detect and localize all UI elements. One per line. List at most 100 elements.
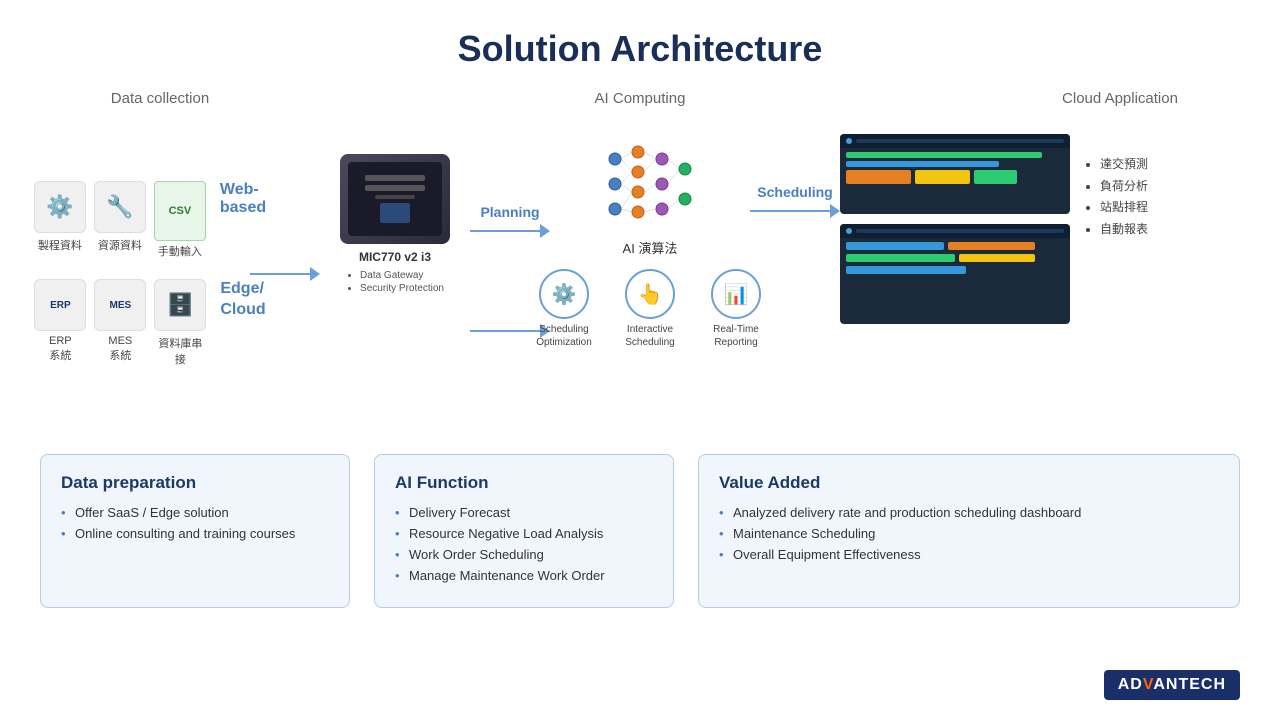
phase-cloud-application: Cloud Application: [1020, 90, 1220, 107]
s-bar-2: [846, 161, 999, 167]
card-value-item-1: Analyzed delivery rate and production sc…: [719, 505, 1219, 520]
mes-icon-box: MES MES系統: [94, 279, 146, 367]
planning-label: Planning: [480, 204, 539, 220]
mic-bullet-2: Security Protection: [360, 283, 444, 294]
mic-image-inner: [365, 175, 425, 223]
s-grid-bars: [846, 242, 1064, 274]
cloud-note-2: 負荷分析: [1100, 176, 1148, 198]
mic-slot-2: [365, 185, 425, 191]
card-data-list: Offer SaaS / Edge solution Online consul…: [61, 505, 329, 541]
resource-data-icon-box: 🔧 資源資料: [94, 181, 146, 259]
card-ai-list: Delivery Forecast Resource Negative Load…: [395, 505, 653, 583]
scheduling-label: Scheduling: [757, 184, 832, 200]
cloud-notes-list: 達交預測 負荷分析 站點排程 自動報表: [1086, 154, 1148, 240]
phase-arrow-1: [270, 88, 530, 108]
card-ai-item-2: Resource Negative Load Analysis: [395, 526, 653, 541]
ai-algorithm-label: AI 演算法: [623, 238, 678, 257]
mic-image: [340, 154, 450, 244]
db-connect-label: 資料庫串接: [154, 335, 206, 367]
interactive-scheduling-icon: 👆: [625, 269, 675, 319]
arrow-planning: Planning: [470, 204, 550, 238]
mic-slot-1: [365, 175, 425, 181]
s-bar-4: [915, 170, 970, 184]
cloud-note-4: 自動報表: [1100, 219, 1148, 241]
s-grid-1: [846, 242, 944, 250]
process-data-icon: ⚙️: [34, 181, 86, 233]
s-dot-2: [846, 228, 852, 234]
logo-prefix: AD: [1118, 676, 1143, 693]
edge-cloud-label: Edge/Cloud: [220, 279, 265, 321]
cloud-notes-area: 達交預測 負荷分析 站點排程 自動報表: [1086, 154, 1148, 240]
ai-column: AI 演算法 ⚙️ SchedulingOptimization 👆 Inter…: [550, 134, 750, 349]
manual-input-label: 手動輸入: [158, 243, 202, 259]
logo-suffix: ANTECH: [1153, 676, 1226, 693]
mic-slot-3: [375, 195, 415, 199]
screenshot-1: [840, 134, 1070, 214]
web-based-label: Web-based: [220, 181, 266, 217]
s-dot-1: [846, 138, 852, 144]
erp-icon: ERP: [34, 279, 86, 331]
process-data-label: 製程資料: [38, 237, 82, 253]
s-grid-3: [846, 254, 955, 262]
cloud-screenshots: [840, 134, 1070, 324]
mic-bullet-1: Data Gateway: [360, 270, 444, 281]
card-value-title: Value Added: [719, 473, 1219, 493]
scheduling-optimization-label: SchedulingOptimization: [536, 323, 592, 349]
s-bar-5: [974, 170, 1018, 184]
screenshot-2-body: [840, 238, 1070, 278]
realtime-reporting: 📊 Real-TimeReporting: [701, 269, 771, 349]
interactive-scheduling-label: InteractiveScheduling: [625, 323, 674, 349]
arrow-data-to-mic: [250, 267, 320, 281]
cloud-note-3: 站點排程: [1100, 197, 1148, 219]
card-ai-item-3: Work Order Scheduling: [395, 547, 653, 562]
interactive-scheduling: 👆 InteractiveScheduling: [615, 269, 685, 349]
phase-data-collection: Data collection: [60, 90, 260, 107]
card-data-title: Data preparation: [61, 473, 329, 493]
phase-arrow-2: [750, 88, 1010, 108]
cloud-note-1: 達交預測: [1100, 154, 1148, 176]
card-ai-function: AI Function Delivery Forecast Resource N…: [374, 454, 674, 608]
function-icons-row: ⚙️ SchedulingOptimization 👆 InteractiveS…: [529, 269, 771, 349]
bottom-section: Data preparation Offer SaaS / Edge solut…: [0, 434, 1280, 628]
screenshot-2-header: [840, 224, 1070, 238]
card-value-item-3: Overall Equipment Effectiveness: [719, 547, 1219, 562]
mic-box: MIC770 v2 i3 Data Gateway Security Prote…: [320, 154, 470, 296]
realtime-reporting-label: Real-TimeReporting: [713, 323, 759, 349]
card-value-item-2: Maintenance Scheduling: [719, 526, 1219, 541]
csv-icon: CSV: [154, 181, 206, 241]
phase-labels-bar: Data collection AI Computing Cloud Appli…: [0, 88, 1280, 108]
s-grid-2: [948, 242, 1035, 250]
screenshot-2: [840, 224, 1070, 324]
scheduling-optimization-icon: ⚙️: [539, 269, 589, 319]
csv-icon-wrap: CSV 手動輸入: [154, 181, 206, 259]
db-icon-box: 🗄️ 資料庫串接: [154, 279, 206, 367]
mes-label: MES系統: [108, 335, 132, 363]
mes-icon: MES: [94, 279, 146, 331]
mic-label: MIC770 v2 i3: [359, 250, 431, 264]
page-title: Solution Architecture: [0, 0, 1280, 88]
card-data-preparation: Data preparation Offer SaaS / Edge solut…: [40, 454, 350, 608]
process-data-icon-box: ⚙️ 製程資料: [34, 181, 86, 259]
mic-component: [380, 203, 410, 223]
card-value-added: Value Added Analyzed delivery rate and p…: [698, 454, 1240, 608]
data-collection-col: ⚙️ 製程資料 🔧 資源資料 CSV 手動輸入 Web-based: [40, 124, 260, 424]
phase-ai-computing: AI Computing: [540, 90, 740, 107]
card-ai-item-4: Manage Maintenance Work Order: [395, 568, 653, 583]
arrow-scheduling: Scheduling: [750, 184, 840, 218]
advantech-logo: ADVANTECH: [1104, 670, 1240, 700]
realtime-reporting-icon: 📊: [711, 269, 761, 319]
card-data-item-1: Offer SaaS / Edge solution: [61, 505, 329, 520]
card-value-list: Analyzed delivery rate and production sc…: [719, 505, 1219, 562]
s-bar-3: [846, 170, 911, 184]
erp-label: ERP系統: [49, 335, 72, 363]
s-header-bar-2: [856, 229, 1064, 233]
card-data-item-2: Online consulting and training courses: [61, 526, 329, 541]
logo-highlight: V: [1143, 676, 1153, 693]
cloud-column: 達交預測 負荷分析 站點排程 自動報表: [840, 134, 1230, 324]
s-bar-row: [846, 170, 1064, 184]
mic-bullets: Data Gateway Security Protection: [346, 270, 444, 296]
resource-data-icon: 🔧: [94, 181, 146, 233]
s-bar-1: [846, 152, 1042, 158]
s-grid-4: [959, 254, 1035, 262]
screenshot-1-body: [840, 148, 1070, 188]
